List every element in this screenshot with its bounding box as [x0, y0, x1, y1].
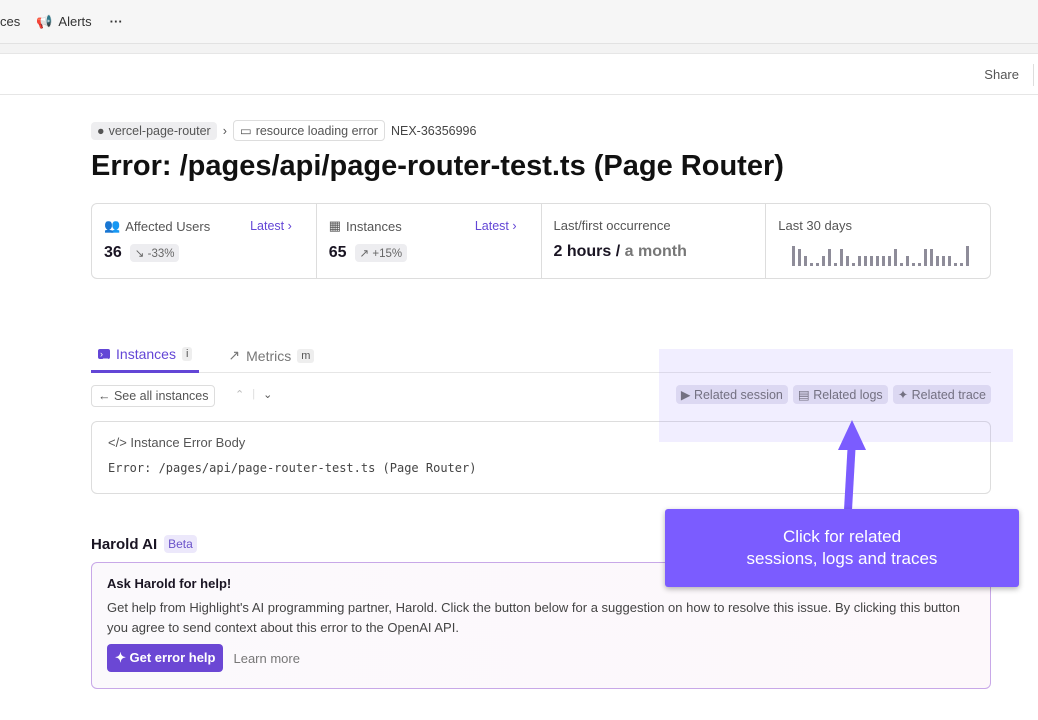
- callout-line: Click for related: [782, 527, 902, 546]
- callout-line: sessions, logs and traces: [746, 549, 938, 568]
- tooltip-callout: Click for related sessions, logs and tra…: [665, 509, 1019, 587]
- arrow-icon: [838, 420, 866, 511]
